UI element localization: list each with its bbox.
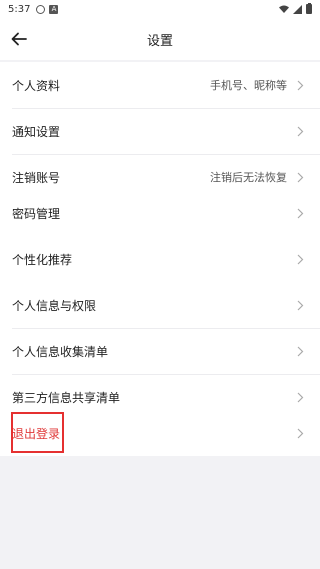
row-personal-info-collection-list[interactable]: 个人信息收集清单: [0, 328, 320, 374]
page-title: 设置: [146, 33, 173, 49]
logout-button[interactable]: 退出登录: [0, 410, 320, 456]
logout-label: 退出登录: [12, 426, 61, 441]
settings-group-password: 密码管理: [0, 190, 320, 236]
settings-group-recommendation: 个性化推荐: [0, 236, 320, 282]
wifi-icon: [279, 5, 289, 13]
settings-icon: [36, 4, 46, 14]
chevron-right-icon: [297, 428, 304, 438]
chevron-right-icon: [297, 392, 304, 402]
chevron-right-icon: [297, 208, 304, 218]
chevron-right-icon: [297, 172, 304, 182]
row-value: 注销后无法恢复: [210, 171, 287, 184]
a-icon: A: [49, 4, 59, 14]
row-profile[interactable]: 个人资料 手机号、昵称等: [0, 62, 320, 108]
row-label: 个性化推荐: [12, 252, 73, 267]
chevron-right-icon: [297, 300, 304, 310]
settings-group-privacy: 个人信息与权限 个人信息收集清单 第三方信息共享清单: [0, 282, 320, 420]
row-value: 手机号、昵称等: [210, 79, 287, 92]
row-label: 通知设置: [12, 124, 61, 139]
settings-group-logout: 退出登录: [0, 410, 320, 456]
nav-bar: 设置: [0, 18, 320, 60]
row-password-management[interactable]: 密码管理: [0, 190, 320, 236]
row-label: 第三方信息共享清单: [12, 390, 121, 405]
row-notification-settings[interactable]: 通知设置: [0, 108, 320, 154]
arrow-left-icon[interactable]: [10, 30, 28, 48]
battery-icon: [306, 2, 312, 14]
chevron-right-icon: [297, 346, 304, 356]
chevron-right-icon: [297, 254, 304, 264]
row-label: 注销账号: [12, 170, 61, 185]
row-label: 密码管理: [12, 206, 61, 221]
status-bar: 5:37 A: [0, 0, 320, 18]
row-label: 个人资料: [12, 78, 61, 93]
signal-icon: [293, 4, 302, 14]
chevron-right-icon: [297, 126, 304, 136]
row-personal-info-permissions[interactable]: 个人信息与权限: [0, 282, 320, 328]
row-personalized-recommendation[interactable]: 个性化推荐: [0, 236, 320, 282]
status-icons: [279, 2, 312, 14]
settings-group-account: 个人资料 手机号、昵称等 通知设置 注销账号 注销后无法恢复: [0, 62, 320, 200]
row-label: 个人信息收集清单: [12, 344, 109, 359]
chevron-right-icon: [297, 80, 304, 90]
status-time: 5:37: [8, 3, 31, 15]
row-label: 个人信息与权限: [12, 298, 97, 313]
